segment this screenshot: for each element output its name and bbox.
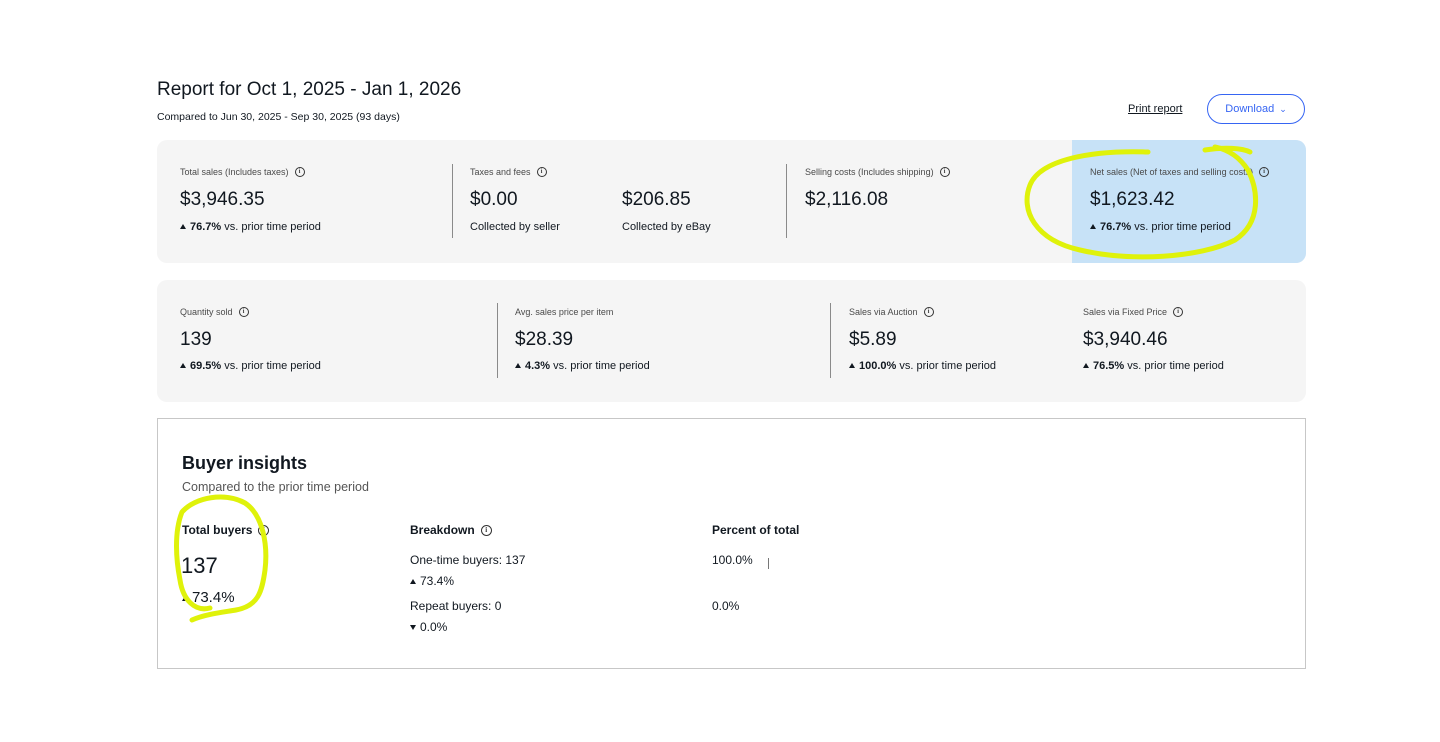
- info-icon[interactable]: i: [939, 167, 950, 177]
- fixed-price-delta: 76.5% vs. prior time period: [1083, 360, 1224, 372]
- print-report-link[interactable]: Print report: [1128, 103, 1182, 115]
- taxes-ebay-value: $206.85: [622, 189, 691, 210]
- selling-costs-label-text: Selling costs (Includes shipping): [805, 167, 934, 177]
- total-sales-value: $3,946.35: [180, 189, 265, 210]
- info-icon[interactable]: i: [1173, 307, 1184, 317]
- delta-percent: 69.5%: [190, 360, 222, 372]
- buyer-insights-card: Buyer insights Compared to the prior tim…: [157, 418, 1306, 669]
- delta-text: vs. prior time period: [224, 360, 321, 372]
- delta-percent: 4.3%: [525, 360, 551, 372]
- triangle-up-icon: [180, 224, 186, 229]
- avg-price-label-text: Avg. sales price per item: [515, 307, 614, 317]
- triangle-down-icon: [410, 625, 416, 630]
- delta-text: vs. prior time period: [1127, 360, 1224, 372]
- selling-costs-value: $2,116.08: [805, 189, 889, 210]
- quantity-sold-value: 139: [180, 329, 212, 350]
- breakdown-heading: Breakdown i: [410, 523, 492, 537]
- info-icon[interactable]: i: [923, 307, 934, 317]
- repeat-buyers-delta: 0.0%: [410, 620, 447, 634]
- delta-percent: 100.0%: [859, 360, 897, 372]
- chevron-down-icon: ⌄: [1279, 103, 1287, 114]
- avg-price-label: Avg. sales price per item: [515, 307, 613, 317]
- repeat-buyers-percent: 0.0%: [712, 599, 740, 613]
- quantity-summary-panel: Quantity sold i 139 69.5% vs. prior time…: [157, 280, 1306, 402]
- fixed-price-label: Sales via Fixed Price i: [1083, 307, 1184, 317]
- triangle-up-icon: [182, 596, 188, 601]
- one-time-buyers-percent: 100.0%: [712, 553, 753, 567]
- download-button[interactable]: Download ⌄: [1207, 94, 1305, 124]
- comparison-subtitle: Compared to Jun 30, 2025 - Sep 30, 2025 …: [157, 111, 400, 123]
- auction-sales-delta: 100.0% vs. prior time period: [849, 360, 996, 372]
- net-sales-delta: 76.7% vs. prior time period: [1090, 221, 1231, 233]
- quantity-sold-label-text: Quantity sold: [180, 307, 233, 317]
- quantity-sold-label: Quantity sold i: [180, 307, 249, 317]
- delta-percent: 0.0%: [420, 620, 448, 634]
- triangle-up-icon: [410, 579, 416, 584]
- triangle-up-icon: [849, 363, 855, 368]
- info-icon[interactable]: i: [536, 167, 547, 177]
- delta-percent: 76.7%: [190, 221, 222, 233]
- taxes-seller-label: Collected by seller: [470, 221, 560, 233]
- taxes-ebay-label: Collected by eBay: [622, 221, 711, 233]
- info-icon[interactable]: i: [1259, 167, 1270, 177]
- total-sales-delta: 76.7% vs. prior time period: [180, 221, 321, 233]
- auction-sales-label: Sales via Auction i: [849, 307, 934, 317]
- percent-bar: [768, 558, 769, 569]
- delta-text: vs. prior time period: [899, 360, 996, 372]
- triangle-up-icon: [515, 363, 521, 368]
- breakdown-label: Breakdown: [410, 523, 475, 537]
- total-buyers-label: Total buyers: [182, 523, 253, 537]
- triangle-up-icon: [1090, 224, 1096, 229]
- taxes-fees-label-text: Taxes and fees: [470, 167, 531, 177]
- triangle-up-icon: [1083, 363, 1089, 368]
- net-sales-label-text: Net sales (Net of taxes and selling cost…: [1090, 167, 1254, 177]
- percent-label: Percent of total: [712, 523, 800, 537]
- total-sales-label-text: Total sales (Includes taxes): [180, 167, 289, 177]
- divider: [452, 164, 453, 238]
- divider: [786, 164, 787, 238]
- total-sales-label: Total sales (Includes taxes) i: [180, 167, 305, 177]
- delta-percent: 73.4%: [192, 589, 235, 606]
- info-icon[interactable]: i: [294, 167, 305, 177]
- auction-sales-value: $5.89: [849, 329, 897, 350]
- info-icon[interactable]: i: [480, 524, 492, 536]
- fixed-price-value: $3,940.46: [1083, 329, 1168, 350]
- total-buyers-value: 137: [181, 553, 218, 578]
- total-buyers-delta: 73.4%: [182, 589, 235, 606]
- one-time-buyers-delta: 73.4%: [410, 574, 454, 588]
- avg-price-value: $28.39: [515, 329, 574, 350]
- delta-text: vs. prior time period: [224, 221, 321, 233]
- taxes-fees-label: Taxes and fees i: [470, 167, 547, 177]
- divider: [830, 303, 831, 378]
- delta-percent: 76.7%: [1100, 221, 1132, 233]
- delta-percent: 73.4%: [420, 574, 455, 588]
- triangle-up-icon: [180, 363, 186, 368]
- divider: [497, 303, 498, 378]
- quantity-sold-delta: 69.5% vs. prior time period: [180, 360, 321, 372]
- download-label: Download: [1225, 103, 1275, 115]
- delta-percent: 76.5%: [1093, 360, 1125, 372]
- delta-text: vs. prior time period: [1134, 221, 1231, 233]
- net-sales-label: Net sales (Net of taxes and selling cost…: [1090, 167, 1270, 177]
- info-icon[interactable]: i: [258, 524, 270, 536]
- net-sales-value: $1,623.42: [1090, 189, 1175, 210]
- percent-heading: Percent of total: [712, 523, 799, 537]
- fixed-price-label-text: Sales via Fixed Price: [1083, 307, 1168, 317]
- sales-summary-panel: Total sales (Includes taxes) i $3,946.35…: [157, 140, 1306, 263]
- selling-costs-label: Selling costs (Includes shipping) i: [805, 167, 950, 177]
- page-title: Report for Oct 1, 2025 - Jan 1, 2026: [157, 79, 462, 100]
- info-icon[interactable]: i: [238, 307, 249, 317]
- one-time-buyers-label: One-time buyers: 137: [410, 553, 526, 567]
- taxes-seller-value: $0.00: [470, 189, 518, 210]
- delta-text: vs. prior time period: [553, 360, 650, 372]
- total-buyers-heading: Total buyers i: [182, 523, 270, 537]
- avg-price-delta: 4.3% vs. prior time period: [515, 360, 650, 372]
- buyer-insights-title: Buyer insights: [182, 453, 308, 473]
- buyer-insights-subtitle: Compared to the prior time period: [182, 480, 369, 494]
- repeat-buyers-label: Repeat buyers: 0: [410, 599, 502, 613]
- auction-sales-label-text: Sales via Auction: [849, 307, 918, 317]
